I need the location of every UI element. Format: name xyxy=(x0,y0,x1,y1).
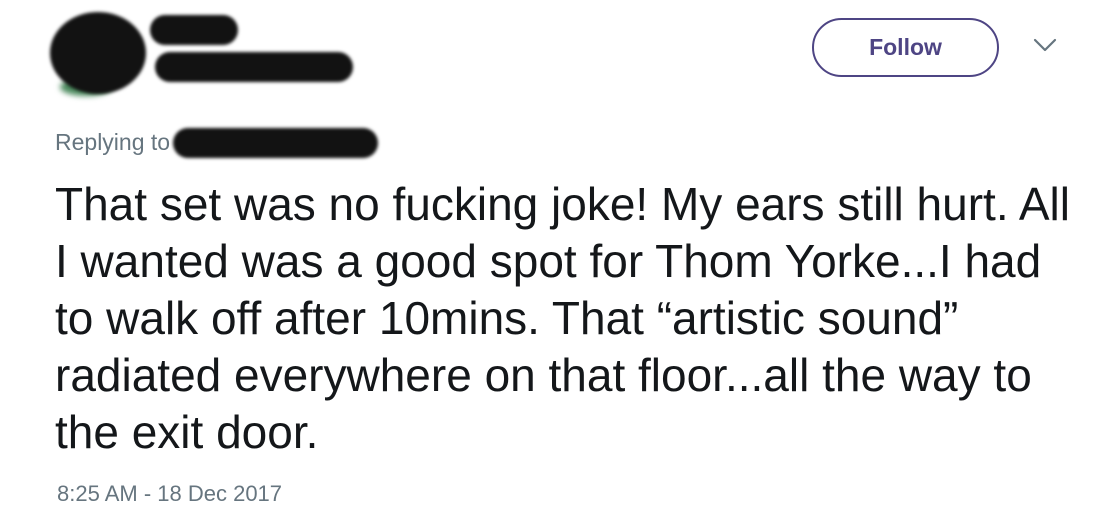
tweet-text: That set was no fucking joke! My ears st… xyxy=(55,178,1070,458)
replying-to: Replying to xyxy=(55,129,170,156)
follow-button[interactable]: Follow xyxy=(812,18,999,77)
replying-to-label: Replying to xyxy=(55,129,171,155)
author-handle-redacted xyxy=(155,52,353,82)
reply-handle-redacted xyxy=(173,128,378,158)
avatar[interactable] xyxy=(50,12,146,94)
author-name-redacted xyxy=(150,15,238,45)
follow-button-label: Follow xyxy=(869,34,942,60)
chevron-down-icon[interactable] xyxy=(1032,36,1058,54)
tweet-timestamp[interactable]: 8:25 AM - 18 Dec 2017 xyxy=(57,481,282,507)
